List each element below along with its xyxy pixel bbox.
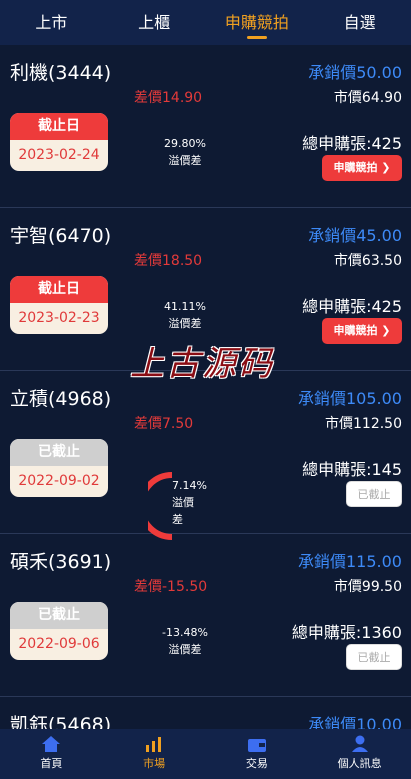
nav-home[interactable]: 首頁	[0, 729, 103, 779]
tab-otc[interactable]: 上櫃	[103, 0, 206, 45]
deadline-box: 已截止 2022-09-02	[10, 439, 108, 497]
offer-price: 承銷價50.00	[308, 63, 402, 82]
deadline-box: 截止日 2023-02-24	[10, 113, 108, 171]
deadline-label: 已截止	[10, 602, 108, 629]
total-subscriptions: 總申購張:145	[302, 460, 402, 479]
deadline-box: 截止日 2023-02-23	[10, 276, 108, 334]
deadline-date: 2022-09-02	[18, 473, 100, 489]
price-diff: 差價18.50	[134, 253, 203, 269]
nav-label: 個人訊息	[337, 757, 382, 770]
stock-name: 利機(3444)	[10, 62, 112, 84]
market-price: 市價112.50	[325, 416, 402, 432]
closed-button[interactable]: 已截止	[346, 644, 402, 670]
premium-info: -13.48% 溢價差	[140, 624, 230, 658]
home-icon	[42, 736, 61, 752]
offer-price: 承銷價10.00	[308, 715, 402, 729]
total-subscriptions: 總申購張:425	[302, 134, 402, 153]
market-price: 市價63.50	[333, 253, 402, 269]
premium-info: 41.11% 溢價差	[140, 298, 230, 332]
market-price: 市價99.50	[333, 579, 402, 595]
premium-label: 溢價	[172, 496, 194, 509]
market-price: 市價64.90	[333, 90, 402, 106]
user-icon	[351, 735, 368, 752]
tab-listed[interactable]: 上市	[0, 0, 103, 45]
premium-label: 溢價差	[168, 643, 202, 656]
tab-watchlist[interactable]: 自選	[308, 0, 411, 45]
premium-percent: -13.48%	[162, 626, 208, 639]
deadline-date: 2023-02-24	[18, 147, 100, 163]
premium-label: 溢價差	[168, 317, 202, 330]
list-item[interactable]: 利機(3444) 承銷價50.00 差價14.90 市價64.90 截止日 20…	[0, 45, 411, 208]
deadline-date: 2022-09-06	[18, 636, 100, 652]
bar-chart-icon	[146, 737, 162, 752]
bottom-nav: 首頁 市場 交易 個人訊息	[0, 729, 411, 779]
subscribe-button[interactable]: 申購競拍 ❯	[322, 155, 402, 181]
tab-subscription[interactable]: 申購競拍	[206, 0, 309, 45]
subscription-list[interactable]: 利機(3444) 承銷價50.00 差價14.90 市價64.90 截止日 20…	[0, 45, 411, 729]
nav-market[interactable]: 市場	[103, 729, 206, 779]
stock-name: 凱鈺(5468)	[10, 714, 112, 729]
nav-label: 市場	[143, 757, 166, 770]
deadline-label: 已截止	[10, 439, 108, 466]
nav-trade[interactable]: 交易	[206, 729, 309, 779]
deadline-box: 已截止 2022-09-06	[10, 602, 108, 660]
stock-name: 立積(4968)	[10, 388, 112, 410]
premium-percent: 7.14%	[172, 479, 207, 492]
list-item[interactable]: 立積(4968) 承銷價105.00 差價7.50 市價112.50 已截止 2…	[0, 371, 411, 540]
nav-label: 交易	[245, 757, 268, 770]
watermark: 上古源码	[130, 344, 274, 384]
price-diff: 差價-15.50	[134, 579, 208, 595]
nav-label: 首頁	[40, 757, 63, 770]
closed-button[interactable]: 已截止	[346, 481, 402, 507]
top-tabs: 上市 上櫃 申購競拍 自選	[0, 0, 411, 45]
wallet-icon	[247, 739, 266, 752]
deadline-date: 2023-02-23	[18, 310, 100, 326]
total-subscriptions: 總申購張:1360	[291, 623, 402, 642]
price-diff: 差價14.90	[134, 90, 203, 106]
offer-price: 承銷價115.00	[298, 552, 402, 571]
premium-info: 7.14% 溢價 差	[172, 477, 207, 528]
stock-name: 宇智(6470)	[10, 225, 112, 247]
premium-label-cont: 差	[172, 513, 183, 526]
offer-price: 承銷價105.00	[298, 389, 402, 408]
deadline-label: 截止日	[10, 113, 108, 140]
premium-label: 溢價差	[168, 154, 202, 167]
stock-name: 碩禾(3691)	[10, 551, 112, 573]
subscribe-button[interactable]: 申購競拍 ❯	[322, 318, 402, 344]
nav-profile[interactable]: 個人訊息	[308, 729, 411, 779]
offer-price: 承銷價45.00	[308, 226, 402, 245]
price-diff: 差價7.50	[134, 416, 194, 432]
list-item[interactable]: 凱鈺(5468) 承銷價10.00	[0, 697, 411, 729]
total-subscriptions: 總申購張:425	[302, 297, 402, 316]
premium-info: 29.80% 溢價差	[140, 135, 230, 169]
premium-percent: 29.80%	[164, 137, 206, 150]
deadline-label: 截止日	[10, 276, 108, 303]
list-item[interactable]: 碩禾(3691) 承銷價115.00 差價-15.50 市價99.50 已截止 …	[0, 534, 411, 697]
premium-percent: 41.11%	[164, 300, 206, 313]
